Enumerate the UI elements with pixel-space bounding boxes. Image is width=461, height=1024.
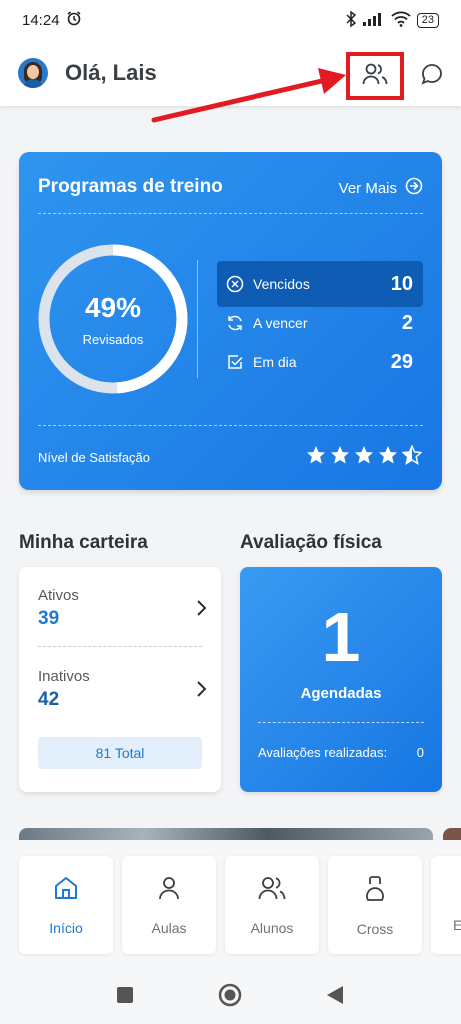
star-icon — [379, 446, 397, 464]
divider — [38, 425, 423, 426]
user-icon — [156, 875, 182, 906]
star-icon — [307, 446, 325, 464]
active-students-row[interactable]: Ativos 39 — [38, 587, 208, 630]
review-percent-label: Revisados — [82, 332, 144, 347]
scheduled-count: 1 — [321, 598, 361, 676]
wallet-card: Ativos 39 Inativos 42 81 Total — [19, 567, 221, 792]
evaluation-card[interactable]: 1 Agendadas Avaliações realizadas: 0 — [240, 567, 442, 792]
avatar[interactable] — [18, 58, 48, 88]
chat-button[interactable] — [412, 52, 452, 100]
stat-label: Vencidos — [253, 276, 310, 292]
divider — [38, 646, 202, 647]
divider — [258, 722, 424, 723]
active-value: 39 — [38, 608, 60, 629]
chevron-right-icon — [196, 680, 208, 703]
home-icon — [53, 875, 79, 906]
star-icon — [331, 446, 349, 464]
inactive-label: Inativos — [38, 668, 90, 685]
alarm-icon — [66, 10, 82, 30]
back-triangle-icon — [326, 985, 344, 1010]
stat-up-to-date[interactable]: Em dia 29 — [217, 339, 423, 385]
back-button[interactable] — [322, 984, 348, 1010]
review-percent: 49% — [84, 292, 142, 323]
training-programs-card[interactable]: Programas de treino Ver Mais 49% Revisad… — [19, 152, 442, 490]
star-icon — [355, 446, 373, 464]
satisfaction-rating — [306, 445, 422, 465]
see-more-link[interactable]: Ver Mais — [339, 177, 423, 199]
inactive-value: 42 — [38, 689, 60, 710]
bluetooth-icon — [345, 10, 357, 30]
annotation-arrow — [151, 68, 346, 123]
home-system-button[interactable] — [217, 983, 243, 1012]
nav-classes[interactable]: Aulas — [122, 856, 216, 954]
check-square-icon — [225, 352, 245, 372]
nav-label: Início — [49, 919, 83, 936]
stat-label: A vencer — [253, 315, 308, 331]
refresh-icon — [225, 313, 245, 333]
nav-cross[interactable]: Cross — [328, 856, 422, 954]
nav-home[interactable]: Início — [19, 856, 113, 954]
active-label: Ativos — [38, 587, 79, 604]
users-icon — [362, 62, 388, 91]
x-circle-icon — [225, 274, 245, 294]
chat-icon — [421, 63, 443, 90]
evaluation-section-title: Avaliação física — [240, 532, 382, 553]
stat-label: Em dia — [253, 354, 297, 370]
recent-apps-button[interactable] — [112, 984, 138, 1010]
wallet-section-title: Minha carteira — [19, 532, 148, 553]
users-icon — [258, 875, 286, 906]
greeting-title: Olá, Lais — [65, 60, 157, 85]
wifi-icon — [391, 11, 411, 30]
students-button[interactable] — [346, 52, 404, 100]
status-time: 14:24 — [22, 11, 60, 29]
star-half-icon — [402, 445, 422, 465]
satisfaction-label: Nível de Satisfação — [38, 450, 151, 465]
scheduled-label: Agendadas — [300, 685, 382, 702]
stat-value: 29 — [390, 350, 413, 373]
status-bar: 14:24 23 — [0, 0, 461, 40]
total-badge[interactable]: 81 Total — [38, 737, 202, 769]
nav-label: E — [453, 917, 461, 933]
training-title: Programas de treino — [38, 176, 223, 197]
stat-value: 2 — [401, 311, 413, 334]
circle-icon — [218, 983, 242, 1012]
stat-value: 10 — [390, 272, 413, 295]
system-nav-bar — [0, 970, 461, 1024]
nav-label: Aulas — [151, 919, 187, 936]
kettlebell-icon — [362, 874, 388, 907]
signal-icon — [362, 12, 385, 29]
arrow-right-circle-icon — [405, 177, 423, 199]
nav-label: Cross — [356, 920, 394, 937]
see-more-label: Ver Mais — [338, 179, 397, 197]
nav-more[interactable]: E — [431, 856, 461, 954]
battery-indicator: 23 — [416, 12, 439, 28]
nav-label: Alunos — [250, 919, 294, 936]
inactive-students-row[interactable]: Inativos 42 — [38, 668, 208, 711]
done-label: Avaliações realizadas: — [258, 745, 388, 760]
divider — [38, 213, 423, 214]
vertical-divider — [197, 260, 198, 378]
square-icon — [116, 986, 134, 1009]
nav-students[interactable]: Alunos — [225, 856, 319, 954]
chevron-right-icon — [196, 599, 208, 622]
done-value: 0 — [416, 745, 424, 760]
